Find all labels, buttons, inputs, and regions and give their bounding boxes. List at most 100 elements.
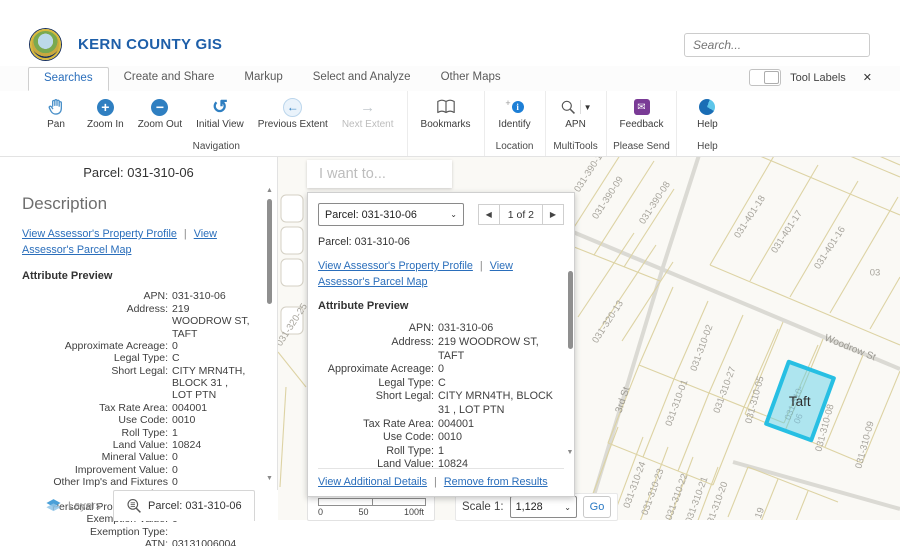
close-icon[interactable]: ✕ (863, 71, 872, 84)
zoom-in-button[interactable]: + Zoom In (80, 95, 131, 131)
scale-widget: Scale 1: 1,128 ⌄ Go (455, 493, 618, 521)
attribute-label: Mineral Value: (22, 451, 172, 463)
selected-parcel-city-label: Taft (789, 393, 811, 408)
attribute-row: Legal Type: C (22, 352, 251, 364)
tab-searches[interactable]: Searches (28, 67, 109, 91)
result-selector-dropdown[interactable]: Parcel: 031-310-06 ⌄ (318, 203, 464, 226)
attribute-row: Tax Rate Area: 004001 (22, 402, 251, 414)
assessor-property-profile-link[interactable]: View Assessor's Property Profile (22, 228, 177, 240)
tab-create-and-share[interactable]: Create and Share (109, 67, 230, 91)
tool-labels-toggle[interactable] (749, 69, 781, 86)
layers-tab[interactable]: Layers (33, 490, 113, 521)
attribute-label: APN: (22, 290, 172, 302)
pager-prev-button[interactable]: ◀ (478, 204, 500, 225)
attribute-row: Short Legal: CITY MRN4TH, BLOCK 31 , LOT… (318, 390, 564, 417)
menu-bar: Searches Create and Share Markup Select … (0, 66, 900, 92)
toolbar-group-bookmarks: Bookmarks (408, 91, 485, 156)
identify-results-icon (126, 498, 142, 514)
scalebar-zero-label: 0 (318, 507, 323, 517)
attribute-label: Exemption Type: (22, 526, 172, 538)
attribute-row: Tax Rate Area: 004001 (318, 418, 564, 432)
identify-button[interactable]: +i Identify (491, 95, 539, 131)
attribute-label: Improvement Value: (22, 464, 172, 476)
attribute-label: Approximate Acreage: (22, 340, 172, 352)
attribute-label: ATN: (22, 538, 172, 546)
attribute-label: Tax Rate Area: (318, 418, 438, 432)
link-separator: | (434, 476, 437, 488)
attribute-value: 031-310-06 (172, 290, 251, 302)
panel-scrollbar[interactable]: ▲ ▼ (265, 187, 274, 482)
zoom-in-icon: + (97, 96, 114, 118)
view-additional-details-link[interactable]: View Additional Details (318, 476, 427, 488)
results-side-panel: Parcel: 031-310-06 Description View Asse… (0, 157, 278, 490)
attribute-row: Short Legal: CITY MRN4TH, BLOCK 31 , LOT… (22, 365, 251, 402)
identify-popup: Parcel: 031-310-06 ⌄ ◀ 1 of 2 ▶ Parcel: … (307, 192, 575, 497)
attribute-value: 0 (172, 464, 251, 476)
scalebar-graphic (318, 498, 426, 506)
i-want-to-button[interactable]: I want to... (307, 160, 452, 188)
attribute-value: 219 WOODROW ST, TAFT (172, 303, 251, 340)
attribute-label: Land Value: (22, 439, 172, 451)
pan-hand-icon (46, 96, 66, 118)
feedback-button[interactable]: ✉ Feedback (613, 95, 671, 131)
pan-button[interactable]: Pan (32, 95, 80, 131)
attribute-row: Roll Type: 1 (318, 445, 564, 459)
scroll-down-icon[interactable]: ▼ (566, 449, 574, 456)
help-icon (699, 96, 715, 118)
previous-extent-button[interactable]: ← Previous Extent (251, 95, 335, 131)
toolbar-group-label-location: Location (491, 141, 539, 154)
attribute-label: Use Code: (318, 431, 438, 445)
scrollbar-thumb[interactable] (568, 271, 573, 349)
attribute-row: Mineral Value: 0 (22, 451, 251, 463)
identify-icon: +i (505, 96, 523, 118)
apn-button[interactable]: ▼ APN (552, 95, 600, 131)
attribute-label: Roll Type: (318, 445, 438, 459)
next-extent-button[interactable]: → Next Extent (335, 95, 401, 131)
attribute-value: 004001 (438, 418, 556, 432)
toggle-knob (764, 71, 779, 84)
attribute-label: Approximate Acreage: (318, 363, 438, 377)
zoom-out-button[interactable]: − Zoom Out (131, 95, 189, 131)
attribute-value: 004001 (172, 402, 251, 414)
toolbar-group-label-multitools: MultiTools (552, 141, 600, 154)
attribute-row: Approximate Acreage: 0 (318, 363, 564, 377)
attribute-value: C (172, 352, 251, 364)
chevron-down-icon[interactable]: ▼ (584, 103, 592, 112)
scalebar-max-label: 100ft (404, 507, 424, 517)
initial-view-button[interactable]: ↺ Initial View (189, 95, 251, 131)
attribute-value: 219 WOODROW ST, TAFT (438, 336, 556, 363)
toolbar-group-label-help: Help (683, 141, 731, 154)
toolbar-group-label-blank (414, 141, 478, 154)
previous-extent-icon: ← (283, 96, 302, 118)
chevron-down-icon: ⌄ (450, 210, 457, 219)
assessor-property-profile-link[interactable]: View Assessor's Property Profile (318, 260, 473, 272)
attribute-row: Use Code: 0010 (22, 414, 251, 426)
popup-scrollbar[interactable]: ▼ (566, 271, 574, 456)
attribute-label: Legal Type: (22, 352, 172, 364)
toolbar-group-location: +i Identify Location (485, 91, 546, 156)
attribute-label: APN: (318, 322, 438, 336)
scale-select[interactable]: 1,128 ⌄ (510, 496, 577, 518)
parcel-results-tab[interactable]: Parcel: 031-310-06 (113, 490, 255, 521)
description-heading: Description (22, 194, 251, 214)
remove-from-results-link[interactable]: Remove from Results (444, 476, 548, 488)
toolbar-group-help: Help Help (677, 91, 737, 156)
attribute-value: 0010 (172, 414, 251, 426)
tab-other-maps[interactable]: Other Maps (426, 67, 516, 91)
tab-select-and-analyze[interactable]: Select and Analyze (298, 67, 426, 91)
bookmarks-button[interactable]: Bookmarks (414, 95, 478, 131)
tab-markup[interactable]: Markup (229, 67, 297, 91)
pager-next-button[interactable]: ▶ (542, 204, 564, 225)
attribute-value: C (438, 377, 556, 391)
scroll-up-icon[interactable]: ▲ (265, 187, 274, 194)
scrollbar-thumb[interactable] (267, 199, 272, 304)
scale-go-button[interactable]: Go (583, 496, 611, 518)
search-input[interactable] (684, 33, 870, 57)
scroll-down-icon[interactable]: ▼ (265, 475, 274, 482)
next-extent-icon: → (360, 96, 375, 118)
attribute-label: Use Code: (22, 414, 172, 426)
toolbar-group-multitools: ▼ APN MultiTools (546, 91, 607, 156)
attribute-row: APN: 031-310-06 (22, 290, 251, 302)
help-button[interactable]: Help (683, 95, 731, 131)
attribute-value: 0010 (438, 431, 556, 445)
